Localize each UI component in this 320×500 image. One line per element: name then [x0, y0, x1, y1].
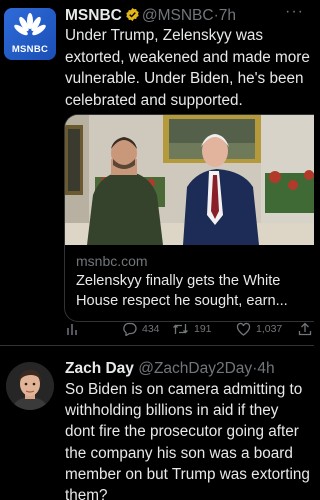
- msnbc-avatar[interactable]: MSNBC: [4, 8, 56, 60]
- link-card[interactable]: msnbc.com Zelenskyy finally gets the Whi…: [64, 114, 314, 322]
- card-domain: msnbc.com: [76, 253, 148, 269]
- tweet-time[interactable]: 7h: [219, 7, 236, 24]
- reply-button[interactable]: 434: [122, 322, 160, 336]
- tweet-time[interactable]: 4h: [257, 360, 274, 377]
- more-icon[interactable]: ···: [285, 3, 304, 21]
- author-handle[interactable]: @ZachDay2Day: [138, 360, 252, 377]
- retweet-count: 191: [194, 323, 212, 335]
- retweet-icon: [173, 324, 188, 334]
- tweet-zach-day[interactable]: Zach Day @ZachDay2Day·4h So Biden is on …: [0, 346, 314, 500]
- card-title: Zelenskyy finally gets the White House r…: [76, 273, 288, 309]
- share-button[interactable]: [298, 322, 312, 336]
- author-name[interactable]: Zach Day: [65, 360, 134, 377]
- author-handle[interactable]: @MSNBC: [142, 7, 214, 24]
- retweet-button[interactable]: 191: [172, 322, 212, 336]
- msnbc-avatar-label: MSNBC: [11, 44, 49, 55]
- tweet-actions: 434 191 1,037: [64, 320, 314, 342]
- verified-badge-icon: [126, 7, 139, 22]
- msnbc-peacock-icon: [14, 13, 46, 36]
- analytics-button[interactable]: [66, 322, 80, 336]
- like-count: 1,037: [256, 323, 283, 335]
- author-name[interactable]: MSNBC: [65, 7, 122, 24]
- card-image: [65, 115, 314, 245]
- share-icon: [298, 322, 312, 336]
- tweet-text: Under Trump, Zelenskyy was extorted, wea…: [65, 27, 310, 109]
- tweet-header: Zach Day @ZachDay2Day·4h: [65, 359, 275, 379]
- zach-day-avatar[interactable]: [6, 362, 54, 410]
- avatar-image: [6, 362, 54, 410]
- like-icon: [236, 322, 251, 336]
- like-button[interactable]: 1,037: [236, 322, 282, 336]
- tweet-msnbc[interactable]: MSNBC MSNBC @MSNBC·7h ··· Under Trump, Ze…: [0, 0, 314, 345]
- analytics-icon: [67, 324, 77, 335]
- reply-icon: [123, 322, 137, 336]
- tweet-header: MSNBC @MSNBC·7h: [65, 6, 236, 26]
- tweet-text: So Biden is on camera admitting to withh…: [65, 381, 310, 500]
- reply-count: 434: [142, 323, 160, 335]
